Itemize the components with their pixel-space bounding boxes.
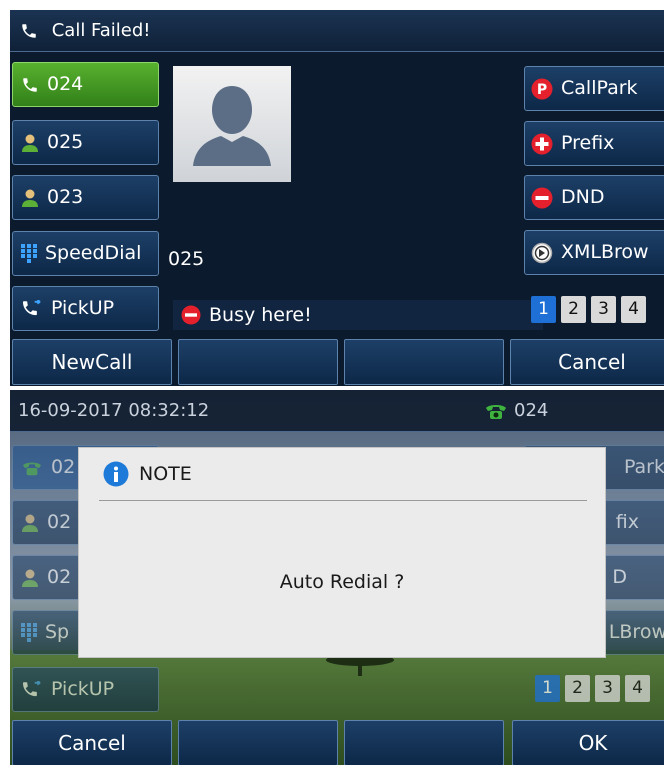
line-key-label: 024 (47, 73, 84, 95)
dialog-header: NOTE (99, 448, 587, 501)
prefix-key[interactable]: Prefix (524, 121, 664, 166)
xmlbrowser-key[interactable]: XMLBrow (524, 230, 664, 275)
call-failed-screen: Call Failed! 024 025 023 SpeedDial PickU… (10, 10, 664, 386)
page-1[interactable]: 1 (535, 675, 560, 702)
account-number: 024 (514, 400, 549, 421)
softkey-3[interactable] (344, 720, 504, 765)
title-bar: Call Failed! (10, 10, 664, 52)
page-indicator: 1 2 3 4 (535, 675, 650, 702)
right-key-label: LBrow (608, 621, 664, 643)
right-key-label: Park (623, 456, 664, 478)
svg-text:P: P (537, 82, 547, 98)
page-1[interactable]: 1 (531, 296, 556, 323)
phone-handset-icon (21, 459, 43, 477)
prefix-icon (531, 133, 553, 155)
phone-icon (21, 76, 39, 94)
dialog-title: NOTE (139, 463, 192, 485)
line-key-label: PickUP (51, 678, 115, 700)
contact-icon (21, 188, 39, 208)
pickup-key[interactable]: PickUP (12, 667, 159, 712)
page-2[interactable]: 2 (561, 296, 586, 323)
page-4[interactable]: 4 (621, 296, 646, 323)
contact-icon (21, 513, 39, 533)
title-text: Call Failed! (51, 20, 151, 41)
status-bar: Busy here! (173, 300, 543, 330)
line-key-label: 02 (47, 511, 72, 533)
right-key-label: DND (561, 186, 605, 208)
dnd-key[interactable]: DND (524, 175, 664, 220)
note-dialog: NOTE Auto Redial ? (78, 447, 606, 658)
contact-avatar (173, 66, 291, 182)
page-3[interactable]: 3 (595, 675, 620, 702)
line-key-label: SpeedDial (45, 242, 142, 264)
softkey-bar: NewCall Cancel (10, 339, 664, 385)
line-key-024[interactable]: 024 (12, 62, 159, 107)
busy-icon (181, 305, 201, 325)
line-key-label: PickUP (51, 297, 115, 319)
line-key-label: Sp (45, 621, 70, 643)
page-4[interactable]: 4 (625, 675, 650, 702)
callee-number: 025 (168, 248, 205, 270)
call-pickup-icon (21, 299, 43, 318)
dialog-message: Auto Redial ? (279, 571, 405, 593)
status-header: 16-09-2017 08:32:12 024 (10, 390, 664, 432)
phone-icon (20, 22, 38, 40)
callpark-key[interactable]: P CallPark (524, 66, 664, 111)
right-key-label: fix (615, 511, 639, 533)
line-key-label: 023 (47, 186, 84, 208)
line-key-label: 025 (47, 131, 84, 153)
right-key-label: Prefix (561, 132, 615, 154)
right-key-label: CallPark (561, 77, 638, 99)
auto-redial-screen: 16-09-2017 08:32:12 024 02 02 02 Sp Pick… (10, 390, 664, 765)
page-2[interactable]: 2 (565, 675, 590, 702)
newcall-softkey[interactable]: NewCall (12, 339, 172, 385)
speeddial-key[interactable]: SpeedDial (12, 231, 159, 276)
dnd-icon (531, 187, 553, 209)
right-key-label: XMLBrow (561, 241, 649, 263)
line-key-label: 02 (51, 456, 76, 478)
line-key-label: 02 (47, 566, 72, 588)
pickup-key[interactable]: PickUP (12, 286, 159, 331)
datetime: 16-09-2017 08:32:12 (18, 400, 210, 421)
info-icon (103, 461, 129, 487)
phone-handset-icon (484, 401, 508, 421)
softkey-2[interactable] (178, 339, 338, 385)
softkey-bar: Cancel OK (10, 720, 664, 765)
softkey-3[interactable] (344, 339, 504, 385)
page-indicator: 1 2 3 4 (531, 296, 646, 323)
right-key-label: D (612, 566, 627, 588)
line-key-023[interactable]: 023 (12, 175, 159, 220)
cancel-softkey[interactable]: Cancel (12, 720, 172, 765)
keypad-icon (21, 622, 37, 643)
contact-icon (21, 568, 39, 588)
callpark-icon: P (531, 78, 553, 100)
call-pickup-icon (21, 680, 43, 699)
status-message: Busy here! (209, 304, 312, 326)
line-key-025[interactable]: 025 (12, 120, 159, 165)
softkey-2[interactable] (178, 720, 338, 765)
page-3[interactable]: 3 (591, 296, 616, 323)
contact-icon (21, 133, 39, 153)
ok-softkey[interactable]: OK (512, 720, 664, 765)
keypad-icon (21, 243, 37, 264)
cancel-softkey[interactable]: Cancel (510, 339, 664, 385)
globe-icon (531, 242, 553, 264)
